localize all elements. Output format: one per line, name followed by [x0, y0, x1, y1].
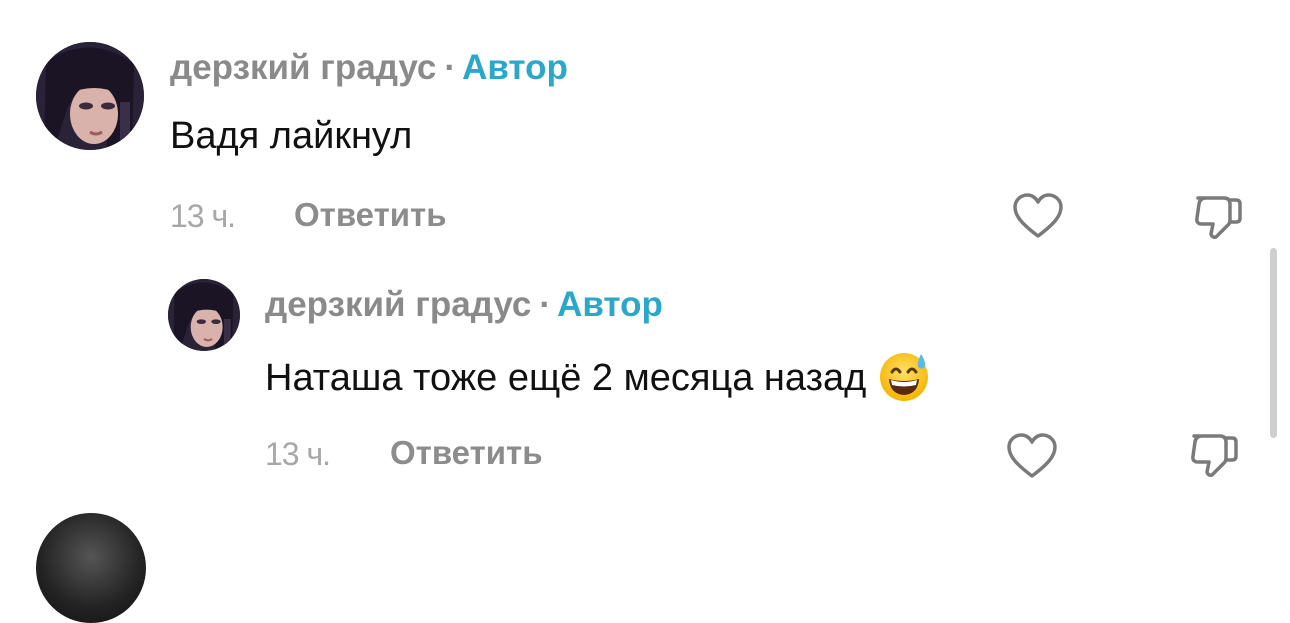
thumbs-down-icon-cropped[interactable] [1200, 0, 1230, 2]
reply-button[interactable]: Ответить [390, 435, 543, 471]
author-badge: Автор [462, 48, 568, 87]
grinning-face-with-sweat-icon [880, 353, 929, 401]
separator-dot: · [444, 48, 457, 87]
heart-icon[interactable] [1012, 192, 1064, 240]
comment-text: Наташа тоже ещё 2 месяца назад [265, 350, 930, 402]
reply-button[interactable]: Ответить [294, 197, 447, 233]
author-name[interactable]: дерзкий градус [265, 285, 531, 324]
avatar-next-comment[interactable] [36, 513, 146, 623]
comment-meta: дерзкий градус · Автор [170, 48, 568, 88]
comment-text: Вадя лайкнул [170, 115, 413, 157]
thumbs-down-icon[interactable] [1192, 192, 1244, 240]
comment-time: 13 ч. [265, 436, 331, 472]
scrollbar[interactable] [1270, 248, 1277, 438]
author-badge: Автор [557, 285, 663, 324]
author-name[interactable]: дерзкий градус [170, 48, 436, 87]
comment-time: 13 ч. [170, 198, 236, 234]
comment-meta: дерзкий градус · Автор [265, 285, 663, 325]
separator-dot: · [539, 285, 552, 324]
avatar[interactable] [36, 42, 144, 150]
heart-icon-cropped[interactable] [1020, 0, 1050, 2]
heart-icon[interactable] [1006, 432, 1058, 480]
avatar[interactable] [168, 279, 240, 351]
thumbs-down-icon[interactable] [1188, 430, 1240, 478]
comment-text-content: Наташа тоже ещё 2 месяца назад [265, 357, 867, 399]
